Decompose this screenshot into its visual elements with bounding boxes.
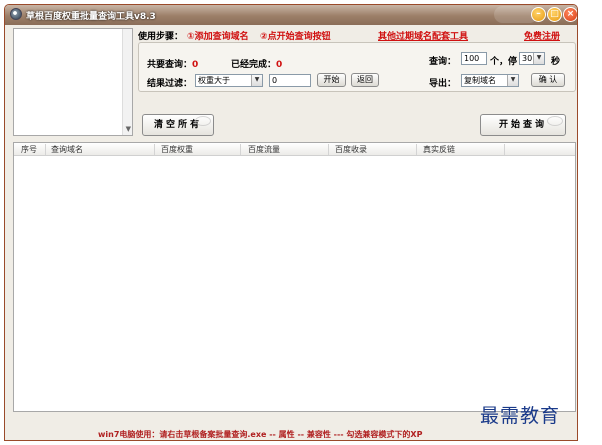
done-count: 0 xyxy=(276,60,283,70)
col-domain[interactable]: 查询域名 xyxy=(51,144,83,155)
pause-unit: 秒 xyxy=(551,57,561,67)
col-real-backlinks[interactable]: 真实反链 xyxy=(423,144,455,155)
watermark-text: 最需教育 xyxy=(480,405,561,427)
column-divider[interactable] xyxy=(416,144,417,155)
query-count-unit: 个，停 xyxy=(490,57,518,67)
filter-value-input[interactable]: 0 xyxy=(269,74,311,87)
col-baidu-weight[interactable]: 百度权重 xyxy=(161,144,193,155)
column-divider[interactable] xyxy=(45,144,46,155)
total-count: 0 xyxy=(192,60,199,70)
button-decoration-icon xyxy=(195,116,211,126)
results-table[interactable]: 序号 查询域名 百度权重 百度流量 百度收录 真实反链 xyxy=(13,142,576,412)
start-query-label: 开始查询 xyxy=(498,120,547,130)
link-free-register[interactable]: 免费注册 xyxy=(524,29,560,42)
app-icon xyxy=(10,8,22,20)
step-add-domains: ①添加查询域名 xyxy=(187,32,249,42)
title-bar[interactable]: 草根百度权重批量查询工具v8.3 – □ × xyxy=(5,5,577,25)
maximize-button[interactable]: □ xyxy=(547,7,562,22)
filter-condition-value: 权重大于 xyxy=(198,76,230,85)
column-divider[interactable] xyxy=(328,144,329,155)
scroll-down-icon[interactable]: ▼ xyxy=(126,125,131,133)
export-mode-value: 复制域名 xyxy=(464,76,496,85)
column-divider[interactable] xyxy=(504,144,505,155)
chevron-down-icon[interactable]: ▼ xyxy=(507,75,518,86)
filter-start-button[interactable]: 开始 xyxy=(317,73,346,87)
export-mode-select[interactable]: 复制域名 ▼ xyxy=(461,74,519,87)
footer-tip: win7电脑使用：请右击草根备案批量查询.exe -- 属性 -- 兼容性 --… xyxy=(98,430,423,439)
minimize-button[interactable]: – xyxy=(531,7,546,22)
column-divider[interactable] xyxy=(154,144,155,155)
pause-seconds-value: 30 xyxy=(522,54,533,63)
col-baidu-indexed[interactable]: 百度收录 xyxy=(335,144,367,155)
link-other-tools[interactable]: 其他过期域名配套工具 xyxy=(378,29,468,42)
window-title: 草根百度权重批量查询工具v8.3 xyxy=(26,12,156,22)
steps-label: 使用步骤： xyxy=(138,32,184,42)
export-confirm-button[interactable]: 确 认 xyxy=(531,73,565,87)
col-baidu-traffic[interactable]: 百度流量 xyxy=(248,144,280,155)
app-window: 草根百度权重批量查询工具v8.3 – □ × ▼ 使用步骤： ①添加查询域名 ②… xyxy=(4,4,578,441)
table-header: 序号 查询域名 百度权重 百度流量 百度收录 真实反链 xyxy=(14,143,575,156)
export-label: 导出： xyxy=(429,79,457,89)
button-decoration-icon xyxy=(547,116,563,126)
domain-list-input[interactable]: ▼ xyxy=(13,28,133,136)
filter-label: 结果过滤： xyxy=(147,79,193,89)
pause-seconds-select[interactable]: 30 ▼ xyxy=(519,52,545,65)
control-panel: 共要查询：0 已经完成：0 查询： 100 个，停 30 ▼ 秒 结果过滤： 权… xyxy=(138,42,576,92)
done-label: 已经完成：0 xyxy=(231,60,283,70)
clear-all-button[interactable]: 清空所有 xyxy=(142,114,214,136)
domain-list-scrollbar[interactable] xyxy=(122,29,132,135)
query-count-input[interactable]: 100 xyxy=(461,52,487,65)
query-label: 查询： xyxy=(429,57,457,67)
start-query-button[interactable]: 开始查询 xyxy=(480,114,566,136)
filter-back-button[interactable]: 返回 xyxy=(351,73,379,87)
col-index[interactable]: 序号 xyxy=(21,144,37,155)
close-button[interactable]: × xyxy=(563,7,577,22)
chevron-down-icon[interactable]: ▼ xyxy=(251,75,262,86)
total-label: 共要查询：0 xyxy=(147,60,199,70)
step-start-query: ②点开始查询按钮 xyxy=(260,32,331,42)
filter-condition-select[interactable]: 权重大于 ▼ xyxy=(195,74,263,87)
chevron-down-icon[interactable]: ▼ xyxy=(533,53,544,64)
column-divider[interactable] xyxy=(240,144,241,155)
